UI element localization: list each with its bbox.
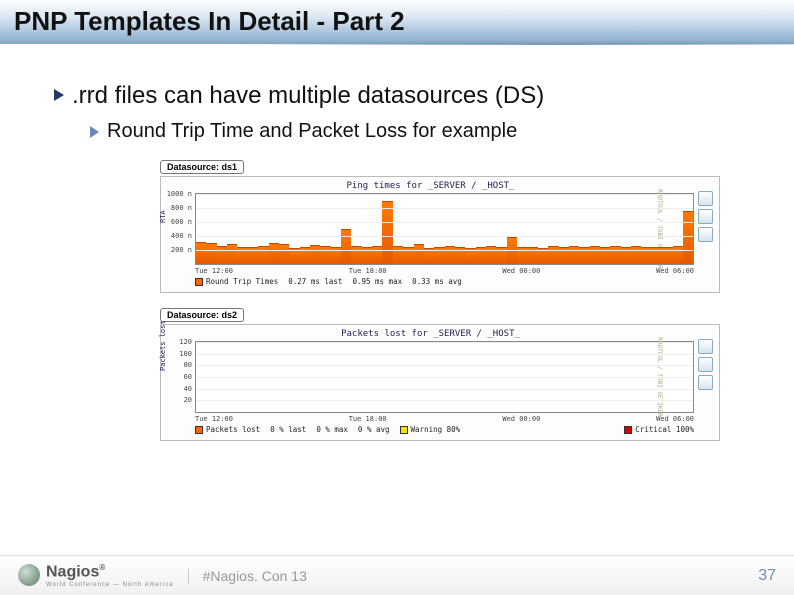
chart1-plot: RRDTOOL / TOBI OETIKER 200 n400 n600 n80… [195, 193, 694, 265]
chart1-bars [196, 194, 693, 264]
xml-icon[interactable] [698, 209, 713, 224]
chart2-plot: RRDTOOL / TOBI OETIKER 20406080100120 [195, 341, 694, 413]
bullet-icon [90, 126, 99, 138]
chart-ds1: Ping times for _SERVER / _HOST_ RTA RRDT… [167, 181, 694, 286]
datasource-label-1: Datasource: ds1 [160, 160, 244, 174]
nagios-logo: Nagios® World Conference — North America [18, 563, 174, 587]
logo-text: Nagios® World Conference — North America [46, 563, 174, 587]
logo-sub: World Conference — North America [46, 582, 174, 588]
chart2-xlabels: Tue 12:00Tue 18:00Wed 00:00Wed 06:00 [195, 415, 694, 423]
chart2-legend: Packets lost 0 % last 0 % max 0 % avg Wa… [195, 425, 694, 434]
chart2-legend-avg: 0 % avg [358, 425, 390, 434]
bullet-level-1: .rrd files can have multiple datasources… [54, 82, 754, 110]
chart2-title: Packets lost for _SERVER / _HOST_ [167, 329, 694, 339]
bullet-text-2: Round Trip Time and Packet Loss for exam… [107, 120, 517, 143]
chart2-toolbar [698, 329, 713, 434]
chart2-legend-name: Packets lost [206, 425, 260, 434]
page-number: 37 [758, 567, 776, 585]
chart2-legend-last: 0 % last [270, 425, 306, 434]
content-area: .rrd files can have multiple datasources… [0, 44, 794, 441]
chart-frame-ds2: Packets lost for _SERVER / _HOST_ Packet… [160, 324, 720, 441]
chart1-legend-max: 0.95 ms max [352, 277, 402, 286]
chart-frame-ds1: Ping times for _SERVER / _HOST_ RTA RRDT… [160, 176, 720, 293]
chart-ds2: Packets lost for _SERVER / _HOST_ Packet… [167, 329, 694, 434]
logo-main: Nagios [46, 564, 99, 581]
xml-icon[interactable] [698, 357, 713, 372]
chart1-title: Ping times for _SERVER / _HOST_ [167, 181, 694, 191]
bullet-level-2: Round Trip Time and Packet Loss for exam… [90, 120, 754, 143]
chart2-legend-max: 0 % max [316, 425, 348, 434]
hashtag: #Nagios. Con 13 [188, 568, 307, 584]
chart2-legend-crit: Critical 100% [635, 425, 694, 434]
globe-icon [18, 564, 40, 586]
pdf-icon[interactable] [698, 191, 713, 206]
datasource-label-2: Datasource: ds2 [160, 308, 244, 322]
chart1-legend-last: 0.27 ms last [288, 277, 342, 286]
bullet-text-1: .rrd files can have multiple datasources… [72, 82, 544, 110]
stats-icon[interactable] [698, 227, 713, 242]
charts-container: Datasource: ds1 Ping times for _SERVER /… [160, 157, 720, 441]
stats-icon[interactable] [698, 375, 713, 390]
bullet-icon [54, 89, 64, 101]
slide-title: PNP Templates In Detail - Part 2 [14, 6, 405, 37]
chart1-legend-name: Round Trip Times [206, 277, 278, 286]
chart2-legend-warn: Warning 80% [411, 425, 461, 434]
chart1-legend: Round Trip Times 0.27 ms last 0.95 ms ma… [195, 277, 694, 286]
title-underline [0, 42, 794, 43]
chart1-toolbar [698, 181, 713, 286]
chart1-legend-avg: 0.33 ms avg [412, 277, 462, 286]
chart1-xlabels: Tue 12:00Tue 18:00Wed 00:00Wed 06:00 [195, 267, 694, 275]
footer: Nagios® World Conference — North America… [0, 555, 794, 595]
pdf-icon[interactable] [698, 339, 713, 354]
